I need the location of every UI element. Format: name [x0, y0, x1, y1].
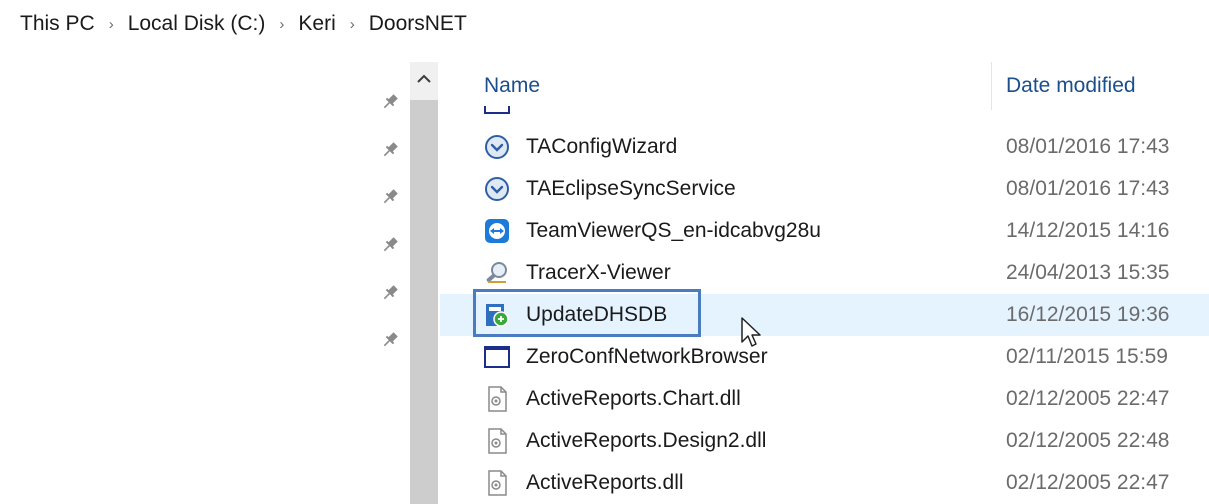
file-name: TeamViewerQS_en-idcabvg28u [526, 219, 821, 242]
list-item[interactable]: TAConfigWizard 08/01/2016 17:43 [440, 126, 1209, 168]
list-item[interactable]: TracerX-Viewer 24/04/2013 15:35 [440, 252, 1209, 294]
breadcrumb: This PC › Local Disk (C:) › Keri › Doors… [0, 0, 1209, 48]
chevron-right-icon[interactable]: › [350, 16, 355, 33]
teamviewer-icon [484, 218, 510, 244]
pin-icon[interactable] [380, 187, 400, 207]
chevron-right-icon[interactable]: › [279, 16, 284, 33]
list-item[interactable]: ZeroConfNetworkBrowser 02/11/2015 15:59 [440, 336, 1209, 378]
column-header-date-modified[interactable]: Date modified [1006, 74, 1136, 98]
file-name: TracerX-Viewer [526, 261, 671, 284]
file-date-modified: 02/12/2005 22:47 [1006, 471, 1170, 494]
pin-icon[interactable] [380, 330, 400, 350]
file-name: ZeroConfNetworkBrowser [526, 345, 768, 368]
breadcrumb-this-pc[interactable]: This PC [20, 12, 95, 36]
list-item[interactable]: TeamViewerQS_en-idcabvg28u 14/12/2015 14:… [440, 210, 1209, 252]
setup-app-icon [484, 134, 510, 160]
file-date-modified: 02/12/2005 22:48 [1006, 429, 1170, 452]
file-date-modified: 08/01/2016 17:43 [1006, 177, 1170, 200]
breadcrumb-keri[interactable]: Keri [298, 12, 335, 36]
column-divider[interactable] [991, 62, 992, 110]
list-item[interactable]: TAEclipseSyncService 08/01/2016 17:43 [440, 168, 1209, 210]
file-name: ActiveReports.Chart.dll [526, 387, 741, 410]
setup-app-icon [484, 176, 510, 202]
column-header-name[interactable]: Name [484, 74, 540, 98]
file-date-modified: 16/12/2015 19:36 [1006, 303, 1170, 326]
dll-file-icon [484, 470, 510, 496]
file-date-modified: 08/01/2016 17:43 [1006, 135, 1170, 158]
file-name: ActiveReports.Design2.dll [526, 429, 767, 452]
pin-icon[interactable] [380, 283, 400, 303]
file-date-modified: 14/12/2015 14:16 [1006, 219, 1170, 242]
pin-icon[interactable] [380, 92, 400, 112]
list-item[interactable]: ActiveReports.Chart.dll 02/12/2005 22:47 [440, 378, 1209, 420]
list-item[interactable]: ActiveReports.Design2.dll 02/12/2005 22:4… [440, 420, 1209, 462]
chevron-right-icon[interactable]: › [109, 16, 114, 33]
pin-icon[interactable] [380, 140, 400, 160]
scroll-up-icon[interactable] [410, 62, 438, 96]
mouse-cursor-icon [741, 317, 761, 347]
file-name: TAConfigWizard [526, 135, 678, 158]
breadcrumb-doorsnet[interactable]: DoorsNET [369, 12, 467, 36]
file-date-modified: 02/12/2005 22:47 [1006, 387, 1170, 410]
window-app-icon [484, 344, 510, 370]
breadcrumb-local-disk[interactable]: Local Disk (C:) [128, 12, 266, 36]
tracer-magnifier-icon [484, 260, 510, 286]
highlight-annotation [473, 289, 701, 337]
dll-file-icon [484, 428, 510, 454]
vertical-scrollbar[interactable] [410, 62, 438, 504]
dll-file-icon [484, 386, 510, 412]
list-item[interactable]: ActiveReports.dll 02/12/2005 22:47 [440, 462, 1209, 504]
scrollbar-thumb[interactable] [410, 100, 438, 504]
file-date-modified: 24/04/2013 15:35 [1006, 261, 1170, 284]
file-name: TAEclipseSyncService [526, 177, 736, 200]
pin-icon[interactable] [380, 235, 400, 255]
file-list: Name Date modified TAConfigWizard 08/01/2… [440, 62, 1209, 504]
file-name: ActiveReports.dll [526, 471, 684, 494]
navigation-pane [0, 48, 410, 504]
window-app-icon [484, 106, 510, 114]
file-date-modified: 02/11/2015 15:59 [1006, 345, 1168, 368]
column-header-row: Name Date modified [440, 62, 1209, 110]
partial-list-item[interactable] [440, 106, 1209, 120]
